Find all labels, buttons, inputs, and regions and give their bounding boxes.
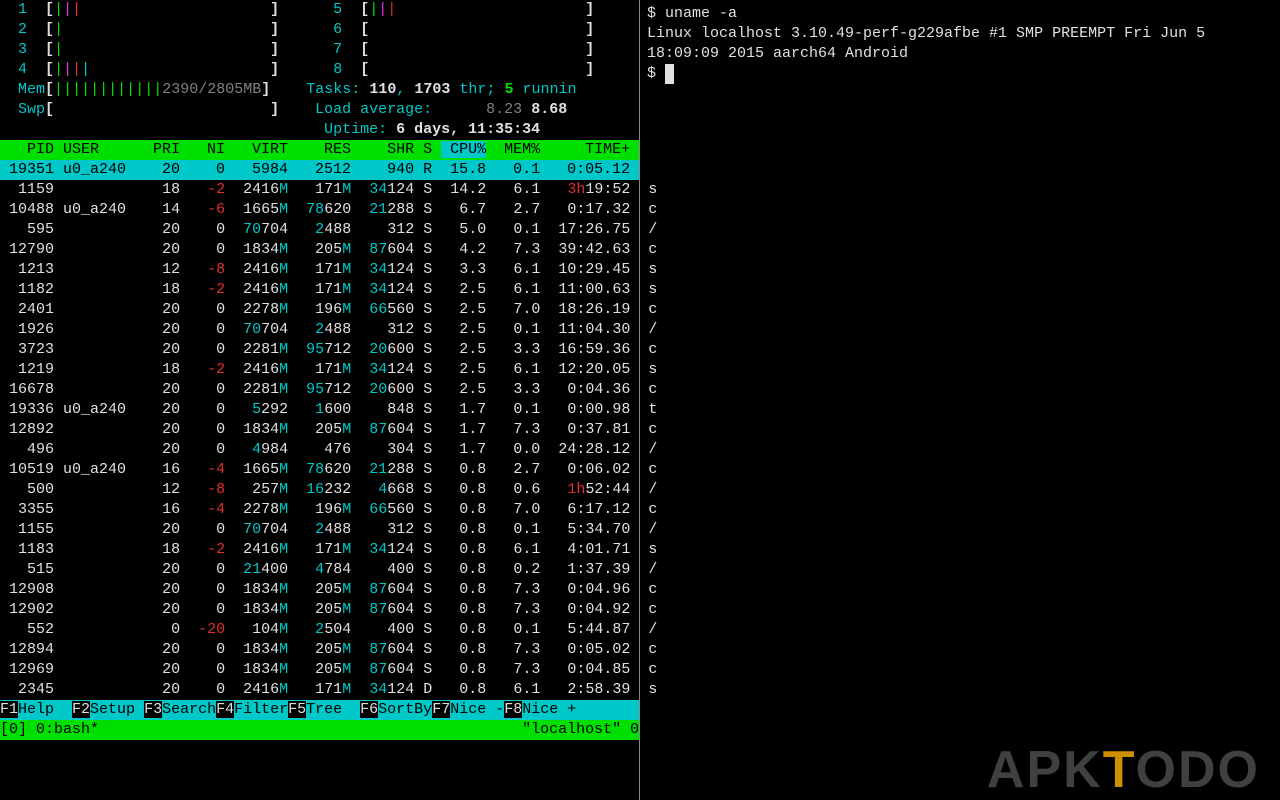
process-row[interactable]: 3355 16 -4 2278M 196M 66560 S 0.8 7.0 6:… xyxy=(0,500,639,520)
process-row[interactable]: 16678 20 0 2281M 95712 20600 S 2.5 3.3 0… xyxy=(0,380,639,400)
process-row[interactable]: 515 20 0 21400 4784 400 S 0.8 0.2 1:37.3… xyxy=(0,560,639,580)
process-row[interactable]: 10519 u0_a240 16 -4 1665M 78620 21288 S … xyxy=(0,460,639,480)
process-row[interactable]: 1155 20 0 70704 2488 312 S 0.8 0.1 5:34.… xyxy=(0,520,639,540)
process-row[interactable]: 1159 18 -2 2416M 171M 34124 S 14.2 6.1 3… xyxy=(0,180,639,200)
process-row[interactable]: 552 0 -20 104M 2504 400 S 0.8 0.1 5:44.8… xyxy=(0,620,639,640)
htop-pane: 1 [||| ] 5 [||| ] 2 [| ] 6 [ ] 3 [| ] 7 … xyxy=(0,0,640,800)
tmux-status-bar: [0] 0:bash* "localhost" 0 xyxy=(0,720,639,740)
process-row[interactable]: 1183 18 -2 2416M 171M 34124 S 0.8 6.1 4:… xyxy=(0,540,639,560)
process-row[interactable]: 1213 12 -8 2416M 171M 34124 S 3.3 6.1 10… xyxy=(0,260,639,280)
terminal-pane[interactable]: $ uname -a Linux localhost 3.10.49-perf-… xyxy=(641,0,1280,800)
process-row-selected[interactable]: 19351 u0_a240 20 0 5984 2512 940 R 15.8 … xyxy=(0,160,639,180)
meters-area: 1 [||| ] 5 [||| ] 2 [| ] 6 [ ] 3 [| ] 7 … xyxy=(0,0,639,140)
function-keys-bar[interactable]: F1Help F2Setup F3SearchF4FilterF5Tree F6… xyxy=(0,700,639,720)
process-row[interactable]: 12908 20 0 1834M 205M 87604 S 0.8 7.3 0:… xyxy=(0,580,639,600)
process-row[interactable]: 496 20 0 4984 476 304 S 1.7 0.0 24:28.12… xyxy=(0,440,639,460)
process-table-body[interactable]: 19351 u0_a240 20 0 5984 2512 940 R 15.8 … xyxy=(0,160,639,700)
watermark-logo: APKTODO xyxy=(987,760,1260,780)
process-row[interactable]: 2401 20 0 2278M 196M 66560 S 2.5 7.0 18:… xyxy=(0,300,639,320)
process-row[interactable]: 1926 20 0 70704 2488 312 S 2.5 0.1 11:04… xyxy=(0,320,639,340)
process-row[interactable]: 12969 20 0 1834M 205M 87604 S 0.8 7.3 0:… xyxy=(0,660,639,680)
process-row[interactable]: 12790 20 0 1834M 205M 87604 S 4.2 7.3 39… xyxy=(0,240,639,260)
process-row[interactable]: 12894 20 0 1834M 205M 87604 S 0.8 7.3 0:… xyxy=(0,640,639,660)
process-row[interactable]: 500 12 -8 257M 16232 4668 S 0.8 0.6 1h52… xyxy=(0,480,639,500)
process-row[interactable]: 3723 20 0 2281M 95712 20600 S 2.5 3.3 16… xyxy=(0,340,639,360)
process-row[interactable]: 19336 u0_a240 20 0 5292 1600 848 S 1.7 0… xyxy=(0,400,639,420)
process-row[interactable]: 1182 18 -2 2416M 171M 34124 S 2.5 6.1 11… xyxy=(0,280,639,300)
process-table-header[interactable]: PID USER PRI NI VIRT RES SHR S CPU% MEM%… xyxy=(0,140,639,160)
process-row[interactable]: 595 20 0 70704 2488 312 S 5.0 0.1 17:26.… xyxy=(0,220,639,240)
process-row[interactable]: 1219 18 -2 2416M 171M 34124 S 2.5 6.1 12… xyxy=(0,360,639,380)
process-row[interactable]: 2345 20 0 2416M 171M 34124 D 0.8 6.1 2:5… xyxy=(0,680,639,700)
process-row[interactable]: 10488 u0_a240 14 -6 1665M 78620 21288 S … xyxy=(0,200,639,220)
process-row[interactable]: 12892 20 0 1834M 205M 87604 S 1.7 7.3 0:… xyxy=(0,420,639,440)
process-row[interactable]: 12902 20 0 1834M 205M 87604 S 0.8 7.3 0:… xyxy=(0,600,639,620)
